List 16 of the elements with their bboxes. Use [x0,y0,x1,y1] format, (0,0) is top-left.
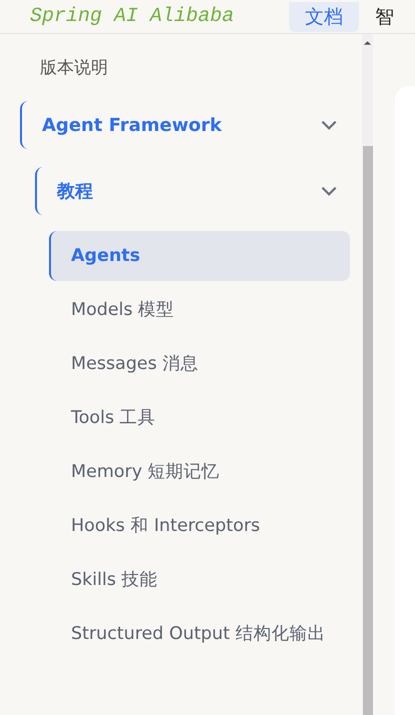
nav-tab[interactable]: 文档 [289,2,359,32]
sidebar-group[interactable]: Agent Framework [20,101,350,149]
sidebar-item[interactable]: Hooks 和 Interceptors [49,501,350,551]
sidebar-item[interactable]: Models 模型 [49,285,350,335]
nav-tab[interactable]: 智 [359,2,410,32]
scrollbar[interactable] [362,34,373,715]
scroll-up-icon[interactable] [363,40,372,46]
sidebar-item[interactable]: Skills 技能 [49,555,350,605]
sidebar-item[interactable]: 版本说明 [20,52,350,97]
sidebar-item[interactable]: Agents [49,231,350,281]
scrollbar-thumb[interactable] [363,146,373,715]
sidebar-group[interactable]: 教程 [35,167,350,215]
sidebar-item[interactable]: Memory 短期记忆 [49,447,350,497]
sidebar-item[interactable]: Structured Output 结构化输出 [49,609,350,659]
sidebar-item[interactable]: Messages 消息 [49,339,350,389]
sidebar-item[interactable]: Tools 工具 [49,393,350,443]
